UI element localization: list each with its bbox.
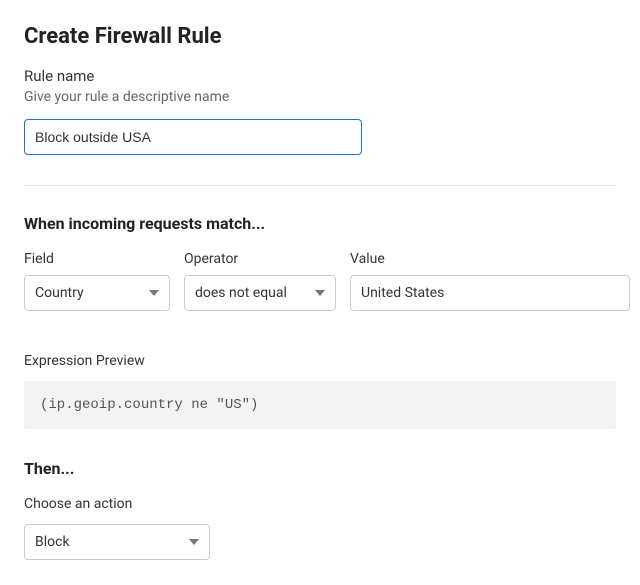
page-title: Create Firewall Rule bbox=[24, 24, 616, 49]
field-label: Field bbox=[24, 251, 170, 267]
operator-select-value: does not equal bbox=[195, 285, 287, 301]
action-select-value: Block bbox=[35, 534, 70, 550]
expression-preview-label: Expression Preview bbox=[24, 353, 616, 369]
rule-name-label: Rule name bbox=[24, 67, 616, 85]
match-section-title: When incoming requests match... bbox=[24, 214, 616, 233]
operator-select[interactable]: does not equal bbox=[184, 275, 336, 311]
caret-down-icon bbox=[189, 539, 199, 545]
expression-preview-box: (ip.geoip.country ne "US") bbox=[24, 381, 616, 429]
caret-down-icon bbox=[149, 290, 159, 296]
rule-name-input[interactable] bbox=[24, 119, 362, 155]
field-select-value: Country bbox=[35, 285, 84, 301]
value-select[interactable]: United States bbox=[350, 275, 630, 311]
action-select[interactable]: Block bbox=[24, 524, 210, 560]
caret-down-icon bbox=[315, 290, 325, 296]
field-select[interactable]: Country bbox=[24, 275, 170, 311]
operator-label: Operator bbox=[184, 251, 336, 267]
action-helper: Choose an action bbox=[24, 496, 616, 512]
divider bbox=[24, 185, 616, 186]
rule-name-helper: Give your rule a descriptive name bbox=[24, 89, 616, 105]
value-label: Value bbox=[350, 251, 630, 267]
action-section-title: Then... bbox=[24, 459, 616, 478]
value-select-value: United States bbox=[361, 285, 444, 301]
